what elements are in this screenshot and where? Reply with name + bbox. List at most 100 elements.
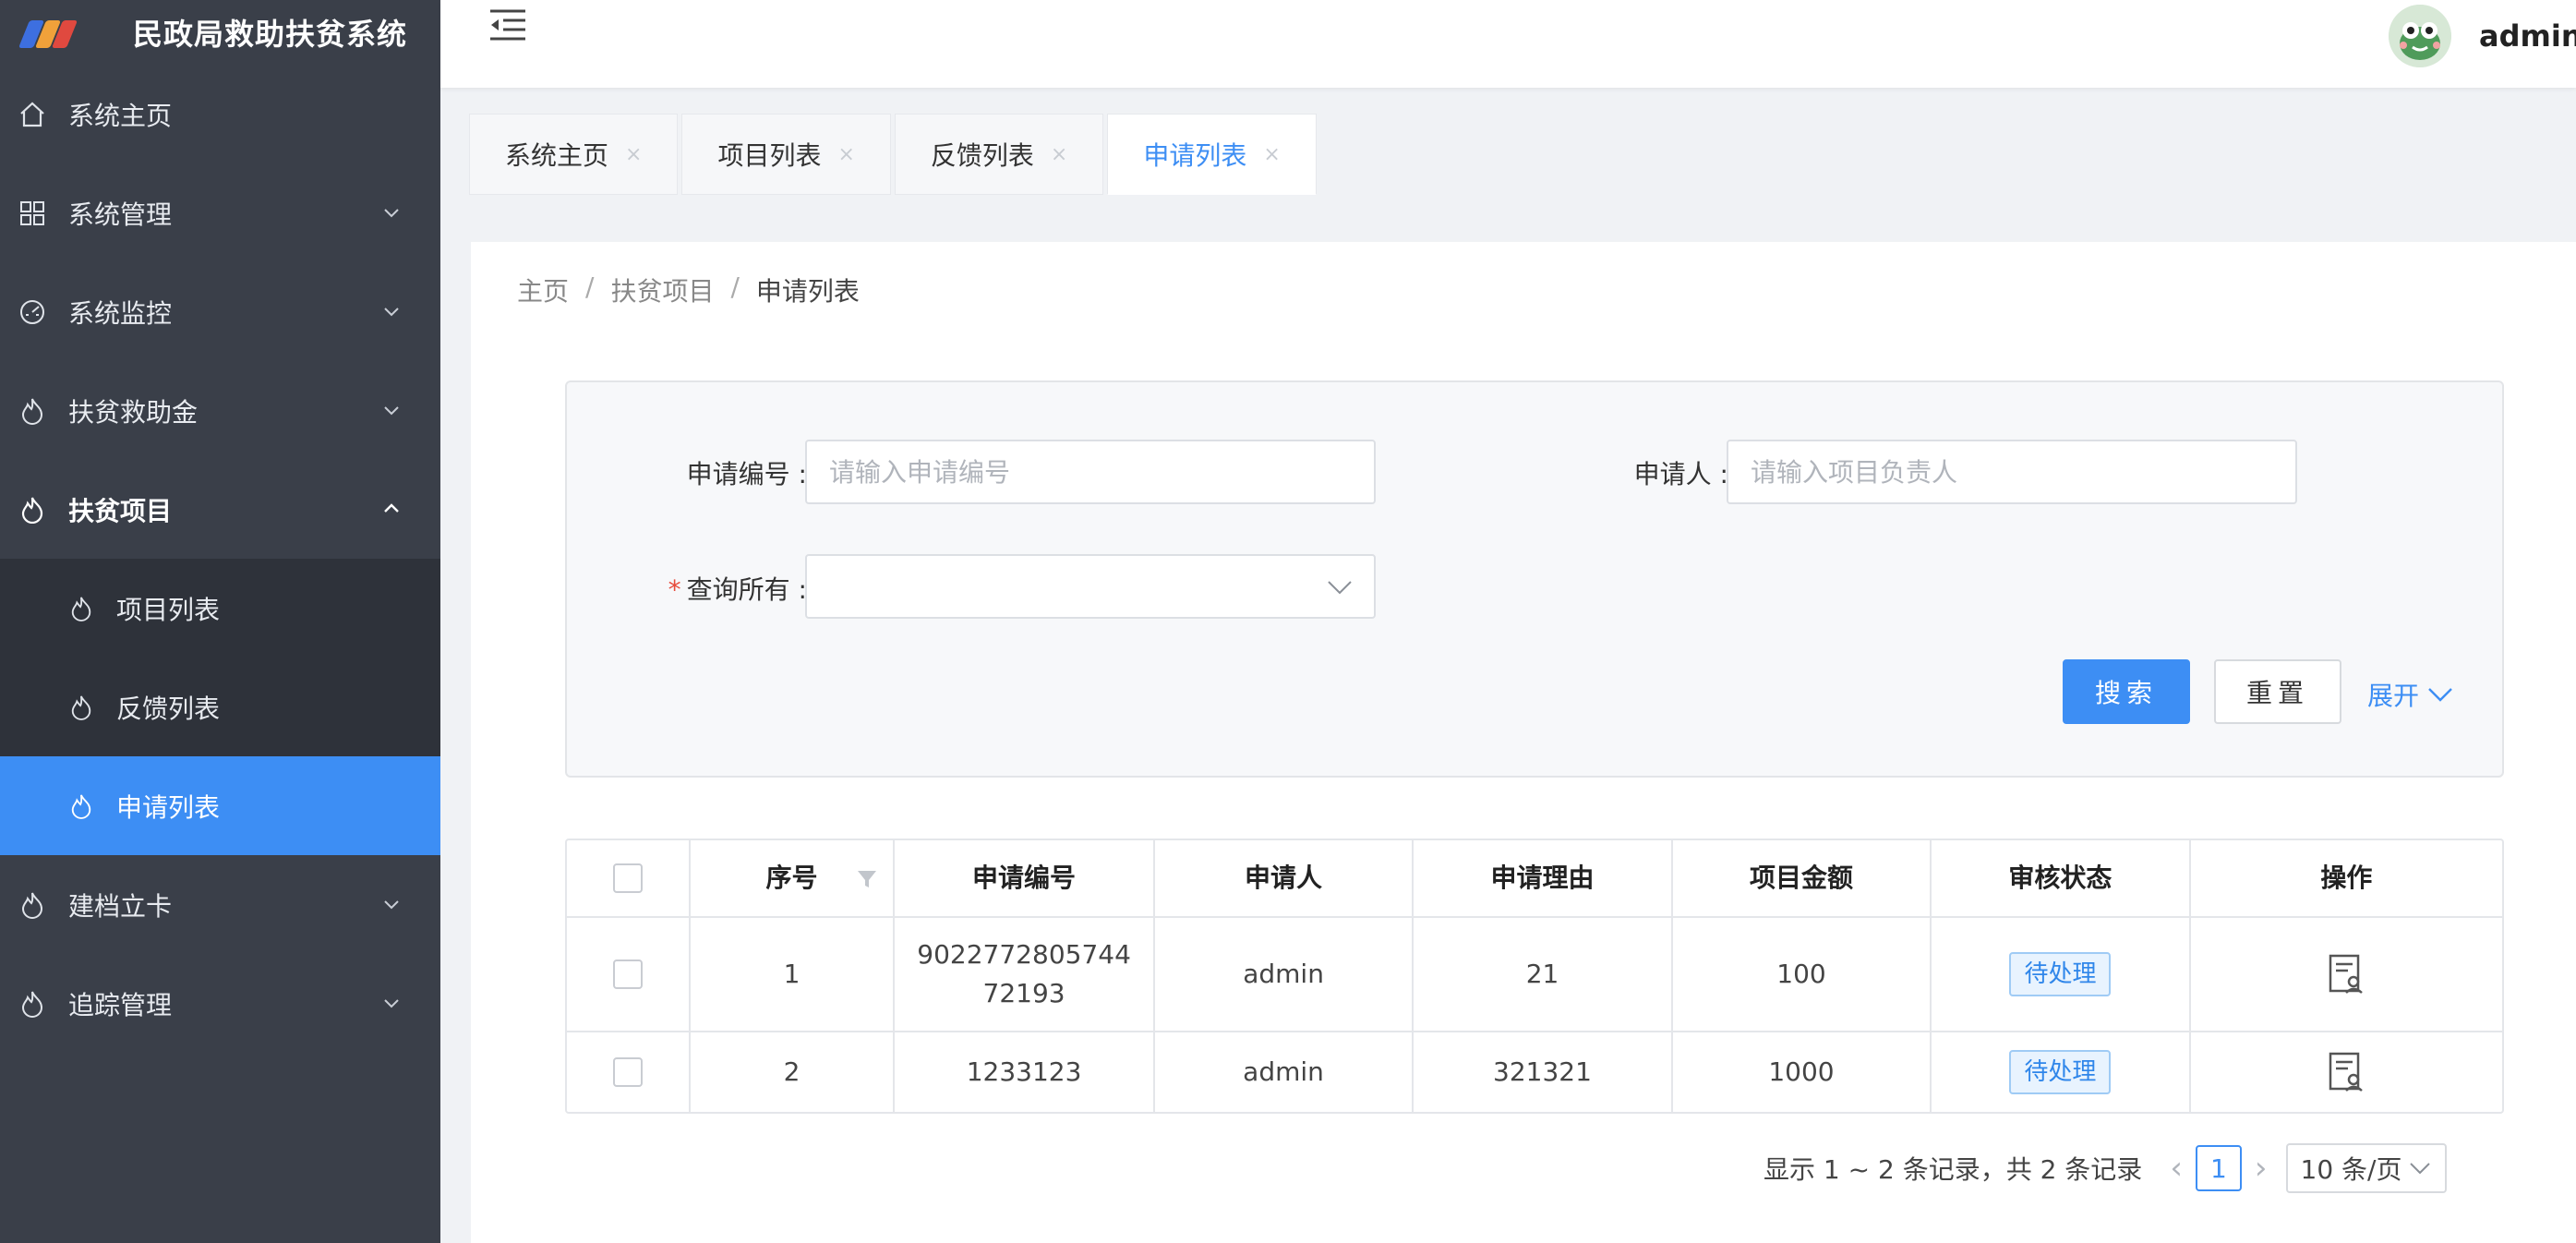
expand-link[interactable]: 展开 <box>2367 676 2454 713</box>
tab-project-list[interactable]: 项目列表 × <box>681 114 891 195</box>
audit-document-icon[interactable] <box>2328 1052 2365 1092</box>
status-badge: 待处理 <box>2009 952 2112 996</box>
submenu-item-feedback-list[interactable]: 反馈列表 <box>0 658 440 756</box>
menu-fold-icon[interactable] <box>488 7 529 44</box>
submenu-item-project-list[interactable]: 项目列表 <box>0 559 440 658</box>
avatar[interactable] <box>2389 5 2451 67</box>
sidebar-item-label: 系统主页 <box>68 100 173 131</box>
chevron-down-icon <box>384 899 399 909</box>
row-checkbox-cell <box>567 1032 691 1112</box>
username[interactable]: admin <box>2479 18 2576 54</box>
cell-status: 待处理 <box>1932 918 2191 1031</box>
chevron-up-icon <box>384 502 399 513</box>
sidebar-item-label: 扶贫救助金 <box>68 396 199 428</box>
tab-home[interactable]: 系统主页 × <box>469 114 679 195</box>
submenu-item-label: 反馈列表 <box>116 693 221 724</box>
chevron-down-icon <box>384 998 399 1008</box>
cell-actions <box>2191 918 2502 1031</box>
close-icon[interactable]: × <box>837 143 854 166</box>
sidebar-item-system-admin[interactable]: 系统管理 <box>0 163 440 262</box>
row-checkbox[interactable] <box>612 1057 643 1087</box>
chevron-down-icon <box>384 307 399 316</box>
filter-icon[interactable] <box>856 868 878 890</box>
breadcrumb-home[interactable]: 主页 <box>517 272 569 308</box>
header-apply-no: 申请编号 <box>895 840 1155 916</box>
header-applicant: 申请人 <box>1155 840 1414 916</box>
breadcrumb-separator: / <box>730 272 740 302</box>
cell-applicant: admin <box>1155 1032 1414 1112</box>
chevron-down-icon <box>2428 688 2452 702</box>
sidebar-item-label: 系统管理 <box>68 199 173 230</box>
tab-label: 项目列表 <box>717 140 822 171</box>
pagination-summary: 显示 1 ~ 2 条记录，共 2 条记录 <box>1763 1154 2143 1185</box>
apply-no-input[interactable] <box>805 440 1376 504</box>
pagination: 显示 1 ~ 2 条记录，共 2 条记录 ‹ 1 › 10 条/页 <box>1763 1143 2447 1193</box>
breadcrumb-current: 申请列表 <box>755 276 860 307</box>
tab-apply-list[interactable]: 申请列表 × <box>1107 114 1317 195</box>
fire-icon <box>17 889 48 921</box>
sidebar-item-label: 系统监控 <box>68 297 173 329</box>
cell-reason: 321321 <box>1414 1032 1673 1112</box>
breadcrumb-project[interactable]: 扶贫项目 <box>610 272 714 308</box>
applicant-label: 申请人 : <box>1633 459 1728 489</box>
search-button[interactable]: 搜索 <box>2063 659 2190 724</box>
apply-no-label: 申请编号 : <box>686 459 807 489</box>
tab-feedback-list[interactable]: 反馈列表 × <box>894 114 1104 195</box>
fire-icon <box>66 791 96 821</box>
cell-reason: 21 <box>1414 918 1673 1031</box>
query-all-select[interactable] <box>805 554 1376 619</box>
top-header: admin <box>440 0 2576 88</box>
sidebar-item-poverty-project[interactable]: 扶贫项目 <box>0 460 440 559</box>
audit-document-icon[interactable] <box>2328 954 2365 995</box>
fire-icon <box>17 494 48 525</box>
sidebar: 民政局救助扶贫系统 系统主页 系统管理 系统监控 扶贫救助金 扶贫项目 项目列表… <box>0 0 440 1243</box>
cell-apply-no: 1233123 <box>895 1032 1155 1112</box>
header-no: 序号 <box>691 840 896 916</box>
chevron-down-icon <box>2409 1163 2430 1175</box>
app-logo: 民政局救助扶贫系统 <box>0 0 440 65</box>
cell-no: 2 <box>691 1032 896 1112</box>
sidebar-item-home[interactable]: 系统主页 <box>0 65 440 163</box>
query-all-label: * 查询所有 : <box>668 574 807 605</box>
sidebar-item-monitor[interactable]: 系统监控 <box>0 262 440 361</box>
close-icon[interactable]: × <box>1051 143 1067 166</box>
header-status: 审核状态 <box>1932 840 2191 916</box>
sidebar-item-label: 扶贫项目 <box>68 495 173 526</box>
tab-label: 申请列表 <box>1143 140 1247 171</box>
tab-label: 反馈列表 <box>930 140 1034 171</box>
required-mark: * <box>668 574 681 605</box>
grid-icon <box>17 198 48 229</box>
close-icon[interactable]: × <box>625 143 642 166</box>
logo-icon <box>17 17 83 48</box>
breadcrumb: 主页 / 扶贫项目 / 申请列表 <box>517 272 860 308</box>
main-content: 主页 / 扶贫项目 / 申请列表 申请编号 : 申请人 : *查询所有 : 搜索… <box>471 242 2576 1243</box>
submenu-item-apply-list[interactable]: 申请列表 <box>0 756 440 855</box>
cell-amount: 100 <box>1673 918 1932 1031</box>
sidebar-item-archive-card[interactable]: 建档立卡 <box>0 855 440 954</box>
close-icon[interactable]: × <box>1263 143 1280 166</box>
row-checkbox-cell <box>567 918 691 1031</box>
app-title: 民政局救助扶贫系统 <box>133 17 408 52</box>
reset-button[interactable]: 重置 <box>2214 659 2341 724</box>
sidebar-item-tracking[interactable]: 追踪管理 <box>0 954 440 1053</box>
prev-page-button[interactable]: ‹ <box>2170 1150 2183 1187</box>
table-row: 1 902277280574472193 admin 21 100 待处理 <box>567 918 2502 1032</box>
chevron-down-icon <box>1328 581 1352 595</box>
submenu-item-label: 申请列表 <box>116 791 221 823</box>
expand-label: 展开 <box>2367 681 2420 711</box>
apply-table: 序号 申请编号 申请人 申请理由 项目金额 审核状态 操作 1 90227728… <box>565 839 2504 1114</box>
row-checkbox[interactable] <box>612 959 643 989</box>
cell-status: 待处理 <box>1932 1032 2191 1112</box>
dashboard-icon <box>17 296 48 328</box>
chevron-down-icon <box>384 208 399 217</box>
select-all-checkbox[interactable] <box>612 863 643 893</box>
header-reason: 申请理由 <box>1414 840 1673 916</box>
fire-icon <box>17 988 48 1020</box>
applicant-input[interactable] <box>1727 440 2297 504</box>
sidebar-item-relief-fund[interactable]: 扶贫救助金 <box>0 361 440 460</box>
fire-icon <box>17 395 48 427</box>
next-page-button[interactable]: › <box>2255 1150 2268 1187</box>
page-number-current[interactable]: 1 <box>2195 1145 2242 1191</box>
page-size-select[interactable]: 10 条/页 <box>2285 1143 2447 1193</box>
page-size-label: 10 条/页 <box>2300 1154 2402 1185</box>
